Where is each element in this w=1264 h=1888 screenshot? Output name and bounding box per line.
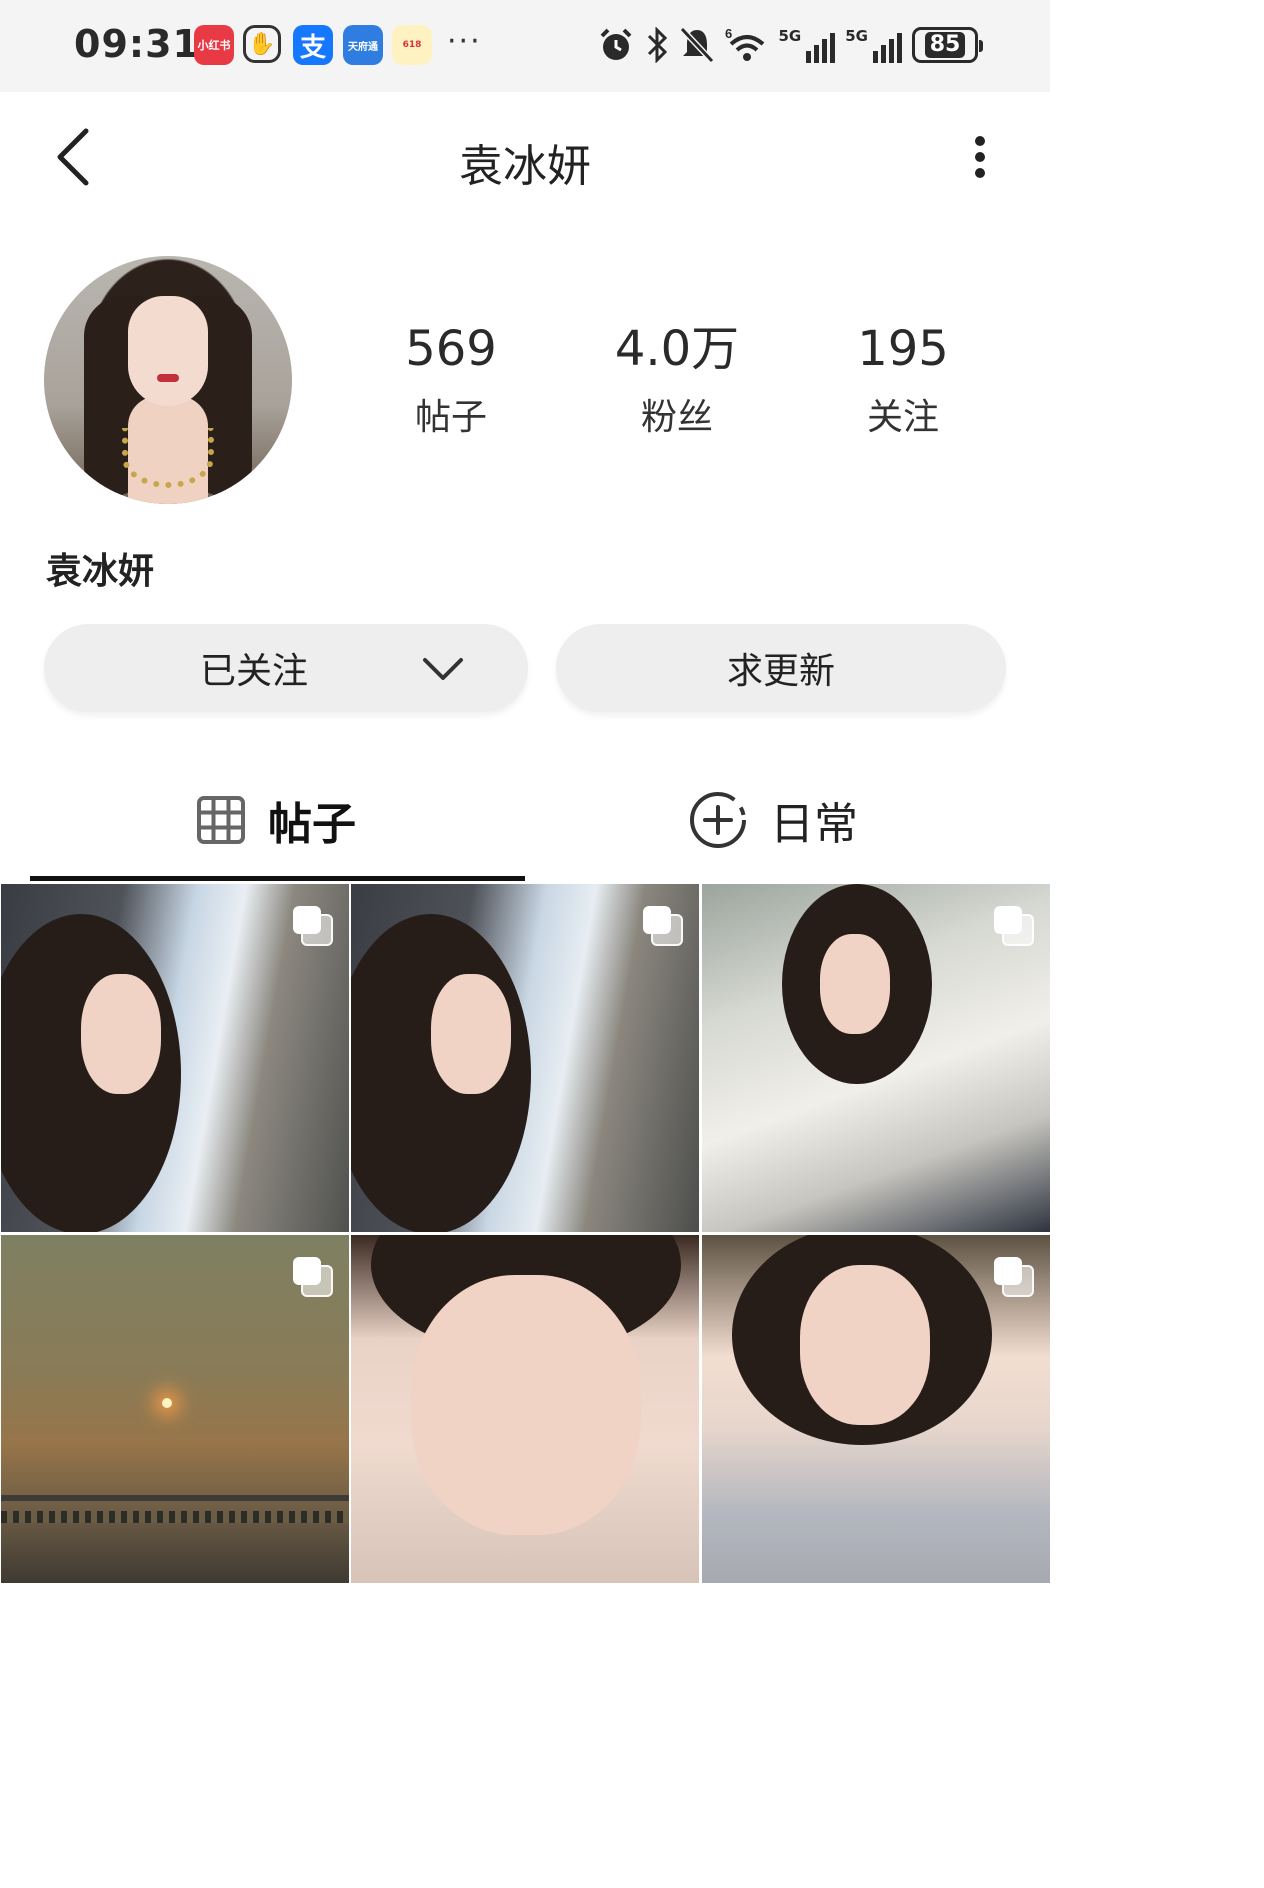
post-thumbnail[interactable] <box>351 884 699 1232</box>
network-type-1: 5G <box>778 27 802 45</box>
request-update-label: 求更新 <box>726 651 835 692</box>
tianfutong-app-icon: 天府通 <box>343 25 383 65</box>
tab-daily[interactable]: 日常 <box>688 770 858 870</box>
add-circle-icon <box>690 792 746 848</box>
cellular-signal-2-icon: 5G <box>845 27 902 63</box>
more-notifications-icon: ··· <box>447 24 482 59</box>
hand-app-icon: ✋ <box>243 25 281 63</box>
profile-header: 袁冰妍 <box>0 92 1050 222</box>
stat-posts[interactable]: 569 帖子 <box>338 318 564 448</box>
multi-image-icon <box>293 906 333 946</box>
grid-icon <box>197 796 245 844</box>
following-button-label: 已关注 <box>200 651 309 692</box>
request-update-button[interactable]: 求更新 <box>556 624 1006 712</box>
tab-posts-label: 帖子 <box>268 799 356 850</box>
post-thumbnail[interactable] <box>1 884 349 1232</box>
battery-icon: 85 <box>912 27 983 63</box>
chevron-down-icon <box>423 658 463 680</box>
wifi-label: 6 <box>725 26 732 41</box>
post-thumbnail[interactable] <box>1 1235 349 1583</box>
multi-image-icon <box>643 906 683 946</box>
multi-image-icon <box>994 1257 1034 1297</box>
post-thumbnail[interactable] <box>702 1235 1050 1583</box>
status-bar: 09:31 小红书 ✋ 支 天府通 618 ··· 6 5G 5G 85 <box>0 0 1050 92</box>
more-dot-icon <box>975 136 985 146</box>
post-thumbnail[interactable] <box>351 1235 699 1583</box>
mute-bell-icon <box>679 24 715 66</box>
more-dot-icon <box>975 168 985 178</box>
stat-posts-value: 569 <box>405 321 497 377</box>
wifi-icon: 6 <box>725 24 769 66</box>
more-dot-icon <box>975 152 985 162</box>
alipay-app-icon: 支 <box>293 25 333 65</box>
status-time: 09:31 <box>74 22 200 66</box>
more-options-button[interactable] <box>958 132 1002 182</box>
battery-level: 85 <box>924 32 966 58</box>
stat-followers-label: 粉丝 <box>640 397 713 438</box>
multi-image-icon <box>293 1257 333 1297</box>
tab-daily-label: 日常 <box>770 799 858 850</box>
active-tab-indicator <box>30 876 525 881</box>
stat-followers-value: 4.0万 <box>614 321 740 377</box>
xiaohongshu-app-icon: 小红书 <box>194 25 234 65</box>
stat-followers[interactable]: 4.0万 粉丝 <box>564 318 790 448</box>
network-type-2: 5G <box>845 27 868 45</box>
post-thumbnail[interactable] <box>702 884 1050 1232</box>
following-button[interactable]: 已关注 <box>44 624 528 712</box>
stat-following-value: 195 <box>857 321 949 377</box>
stat-following[interactable]: 195 关注 <box>790 318 1016 448</box>
avatar[interactable] <box>44 256 292 504</box>
tab-posts[interactable]: 帖子 <box>196 770 356 870</box>
cellular-signal-1-icon: 5G <box>779 27 836 63</box>
page-title: 袁冰妍 <box>459 141 591 192</box>
profile-name: 袁冰妍 <box>46 551 155 592</box>
stat-posts-label: 帖子 <box>414 397 487 438</box>
multi-image-icon <box>994 906 1034 946</box>
stat-following-label: 关注 <box>866 397 939 438</box>
alarm-icon <box>597 24 635 66</box>
bluetooth-icon <box>645 24 669 66</box>
system-icons: 6 5G 5G 85 <box>597 24 983 66</box>
shopping-app-icon: 618 <box>392 25 432 65</box>
profile-stats: 569 帖子 4.0万 粉丝 195 关注 <box>338 318 1018 448</box>
